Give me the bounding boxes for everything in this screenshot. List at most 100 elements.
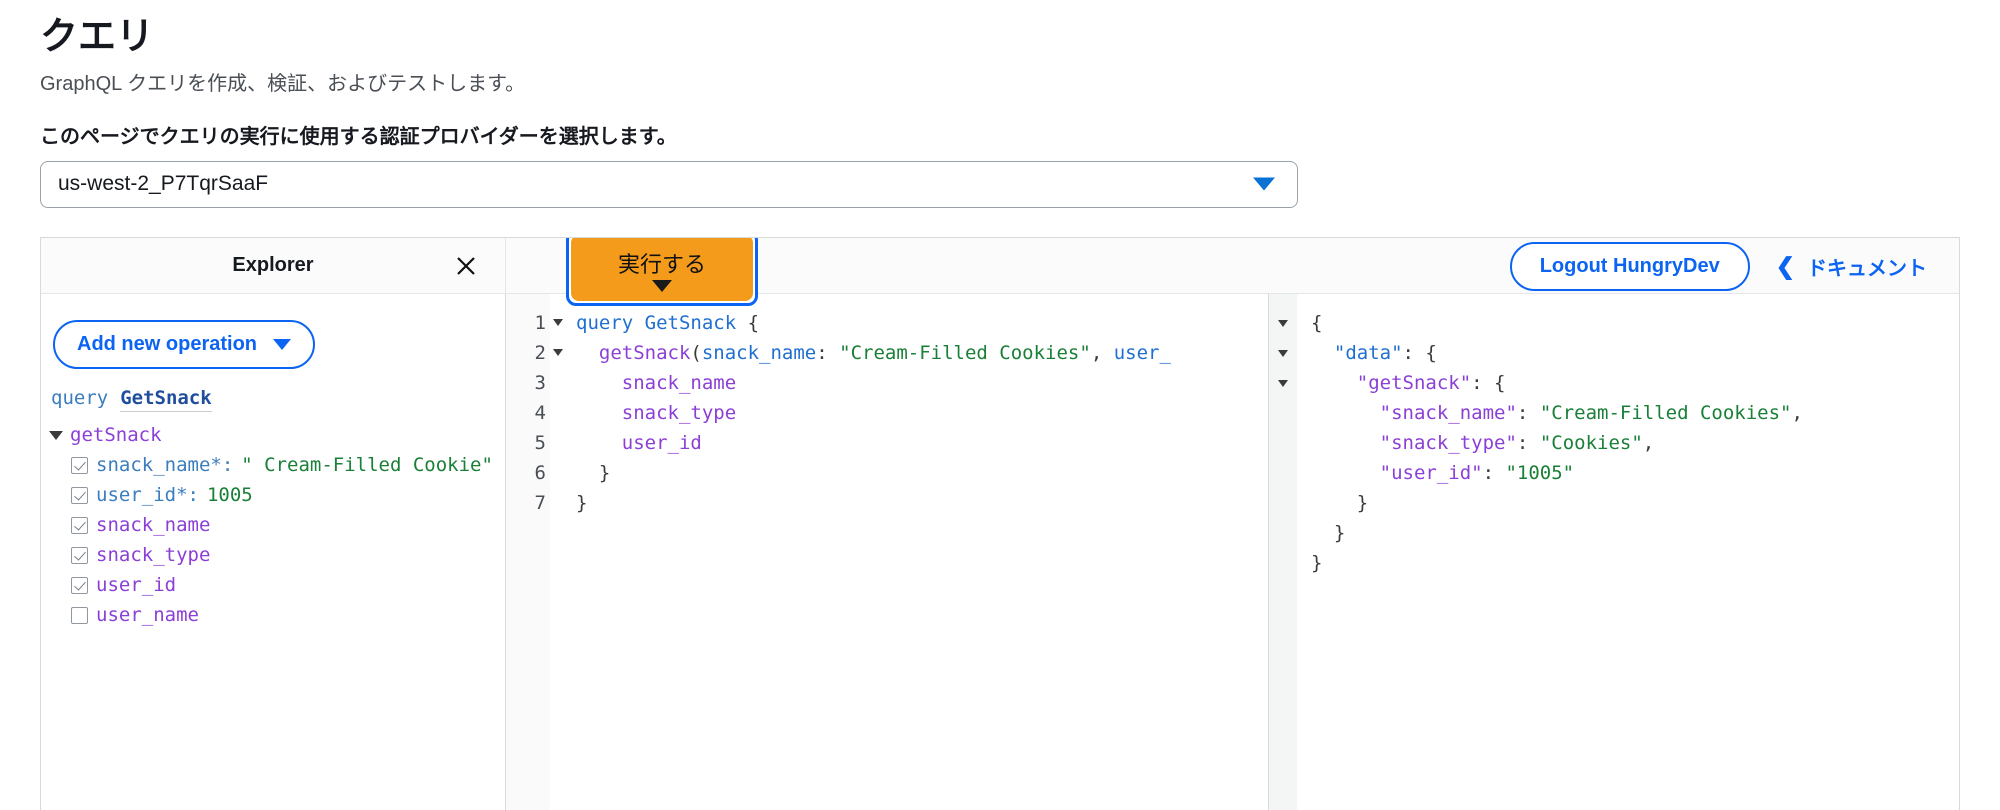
result-token: : <box>1516 402 1540 424</box>
graphiql-body: Add new operation query GetSnack getSnac… <box>41 294 1959 810</box>
explorer-field-list: snack_name*: " Cream-Filled Cookie" user_… <box>49 454 505 626</box>
auth-provider-label: このページでクエリの実行に使用する認証プロバイダーを選択します。 <box>40 125 677 148</box>
fold-triangle-icon[interactable] <box>1278 349 1288 357</box>
result-gutter-row <box>1269 458 1297 488</box>
page-subtitle: GraphQL クエリを作成、検証、およびテストします。 <box>40 72 526 95</box>
checkbox-icon[interactable] <box>71 606 88 624</box>
result-token <box>1311 462 1380 484</box>
result-line: "user_id": "1005" <box>1311 458 1959 488</box>
result-json: { "data": { "getSnack" : { "snack_name": … <box>1297 294 1959 810</box>
graphiql-frame: Explorer 実行する Logout HungryDev ❮ ドキュメント … <box>40 237 1960 810</box>
explorer-field-snack_type[interactable]: snack_type <box>71 544 501 566</box>
docs-toggle[interactable]: ❮ ドキュメント <box>1776 252 1927 281</box>
docs-label: ドキュメント <box>1807 257 1927 280</box>
result-line: "snack_name": "Cream-Filled Cookies", <box>1311 398 1959 428</box>
page-title: クエリ <box>40 16 155 58</box>
result-token: , <box>1642 432 1655 454</box>
result-token <box>1311 432 1380 454</box>
checkbox-icon[interactable] <box>71 516 88 534</box>
code-token: user_ <box>1113 342 1171 364</box>
explorer-field-user_name[interactable]: user_name <box>71 604 501 626</box>
execute-button-focus-ring: 実行する <box>566 238 758 306</box>
line-number: 6 <box>534 462 546 484</box>
result-token: } <box>1311 522 1346 544</box>
execute-button-label: 実行する <box>617 251 706 277</box>
result-fold-gutter[interactable] <box>1269 294 1297 810</box>
explorer-field-tree: getSnack snack_name*: " Cream-Filled Coo… <box>49 424 505 626</box>
page-header: クエリ GraphQL クエリを作成、検証、およびテストします。 <box>0 0 2000 97</box>
result-gutter-row <box>1269 338 1297 368</box>
fold-triangle-icon[interactable] <box>553 319 563 326</box>
result-pane: { "data": { "getSnack" : { "snack_name": … <box>1269 294 1959 810</box>
result-line: } <box>1311 488 1959 518</box>
result-gutter-row <box>1269 548 1297 578</box>
result-line: "snack_type": "Cookies", <box>1311 428 1959 458</box>
result-token: "data" <box>1333 342 1403 364</box>
explorer-field-user_id[interactable]: user_id <box>71 574 501 596</box>
result-gutter-row <box>1269 398 1297 428</box>
checkbox-icon[interactable] <box>71 546 88 564</box>
explorer-field-snack_name[interactable]: snack_name*: " Cream-Filled Cookie" <box>71 454 501 476</box>
result-token: "Cream-Filled Cookies" <box>1539 402 1792 424</box>
explorer-field-value[interactable]: " Cream-Filled Cookie" <box>241 454 493 476</box>
result-token: "snack_type" <box>1379 432 1517 454</box>
explorer-field-value[interactable]: 1005 <box>207 484 253 506</box>
explorer-operation-line: query GetSnack <box>51 387 505 412</box>
explorer-root-field[interactable]: getSnack <box>49 424 505 446</box>
add-new-operation-label: Add new operation <box>77 333 257 355</box>
auth-provider-select[interactable]: us-west-2_P7TqrSaaF <box>40 160 1298 208</box>
result-token: "snack_name" <box>1379 402 1517 424</box>
result-token: { <box>1311 312 1323 334</box>
explorer-title: Explorer <box>232 254 314 276</box>
result-token: "Cookies" <box>1539 432 1643 454</box>
line-number: 5 <box>534 432 546 454</box>
result-token: : { <box>1402 342 1437 364</box>
checkbox-icon[interactable] <box>71 486 88 504</box>
result-gutter-row <box>1269 518 1297 548</box>
code-line: user_id <box>576 428 1268 458</box>
toolbar-right-actions: Logout HungryDev ❮ ドキュメント <box>1509 238 1959 294</box>
result-token: "getSnack" <box>1356 372 1472 394</box>
code-token: : <box>816 342 840 364</box>
explorer-field-user_id[interactable]: user_id*: 1005 <box>71 484 501 506</box>
result-token: : <box>1482 462 1506 484</box>
result-token <box>1311 342 1334 364</box>
result-line: } <box>1311 548 1959 578</box>
explorer-field-label: user_name <box>96 604 199 626</box>
fold-triangle-icon[interactable] <box>1278 319 1288 327</box>
add-new-operation-button[interactable]: Add new operation <box>53 320 315 369</box>
result-token: "1005" <box>1505 462 1575 484</box>
code-token: user_id <box>621 432 702 454</box>
result-line: { <box>1311 308 1959 338</box>
result-token: } <box>1311 552 1323 574</box>
result-line: "data": { <box>1311 338 1959 368</box>
logout-button[interactable]: Logout HungryDev <box>1509 241 1750 291</box>
code-line: } <box>576 488 1268 518</box>
explorer-field-snack_name[interactable]: snack_name <box>71 514 501 536</box>
operation-name-input[interactable]: GetSnack <box>120 387 212 412</box>
fold-triangle-icon[interactable] <box>1278 379 1288 387</box>
graphiql-toolbar: Explorer 実行する Logout HungryDev ❮ ドキュメント <box>41 238 1959 306</box>
code-token: { <box>736 312 760 334</box>
fold-triangle-icon[interactable] <box>553 349 563 356</box>
code-token: snack_name <box>621 372 737 394</box>
editor-line-numbers: 12 3 4 5 6 7 <box>506 294 563 810</box>
code-token: , <box>1090 342 1114 364</box>
close-icon[interactable] <box>453 253 479 279</box>
triangle-down-icon <box>652 279 672 292</box>
line-number: 1 <box>506 308 563 338</box>
result-gutter-row <box>1269 308 1297 338</box>
execute-query-button[interactable]: 実行する <box>571 238 753 301</box>
result-token: } <box>1311 492 1369 514</box>
code-token: snack_type <box>621 402 737 424</box>
explorer-field-label: snack_name*: <box>96 454 234 476</box>
query-editor-pane[interactable]: 1234567 query GetSnack { getSnack(snack_… <box>506 294 1269 810</box>
query-editor-code[interactable]: query GetSnack { getSnack(snack_name: "C… <box>550 294 1268 810</box>
query-page: クエリ GraphQL クエリを作成、検証、およびテストします。 このページでク… <box>0 0 2000 810</box>
checkbox-icon[interactable] <box>71 456 88 474</box>
code-line: snack_type <box>576 398 1268 428</box>
line-number: 4 <box>534 402 546 424</box>
checkbox-icon[interactable] <box>71 576 88 594</box>
